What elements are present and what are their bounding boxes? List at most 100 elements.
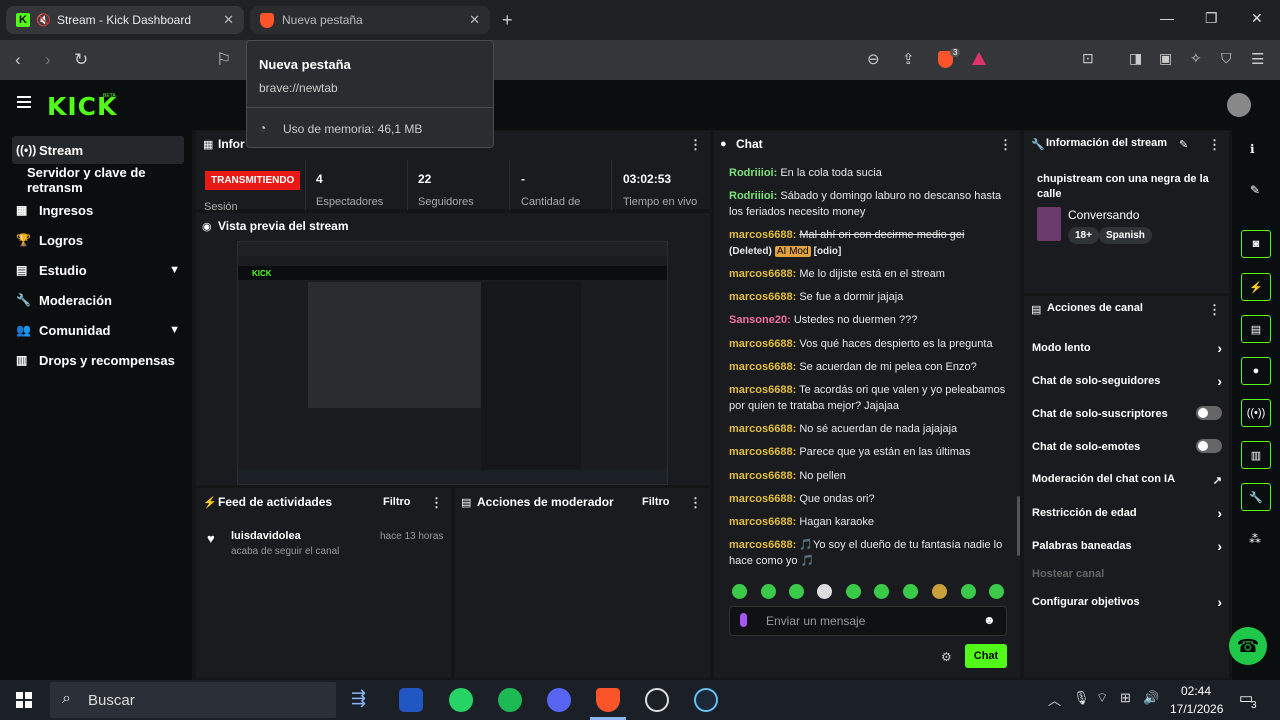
action-slow-mode[interactable]: Modo lento › — [1032, 340, 1222, 356]
volume-icon[interactable]: 🔊 — [1143, 690, 1159, 706]
send-chat-button[interactable]: Chat — [965, 644, 1007, 668]
emote-icon[interactable] — [761, 584, 776, 599]
more-options-icon[interactable]: ⋮ — [689, 137, 702, 153]
rail-broadcast-icon[interactable]: ((•)) — [1241, 399, 1271, 427]
leo-ai-icon[interactable]: ✧ — [1190, 50, 1202, 67]
more-options-icon[interactable]: ⋮ — [1208, 137, 1221, 153]
tray-chevron-icon[interactable]: ︿ — [1048, 690, 1061, 709]
tab-kick-dashboard[interactable]: K 🔇 Stream - Kick Dashboard ✕ — [6, 6, 244, 34]
brave-browser-icon[interactable] — [596, 688, 620, 712]
studio-icon: ▤ — [16, 263, 28, 277]
hamburger-menu-icon[interactable] — [17, 96, 31, 98]
sidebar-item-stream[interactable]: ((•)) Stream — [12, 136, 184, 164]
zoom-icon[interactable]: ⊖ — [867, 50, 880, 68]
rail-wrench-icon[interactable]: 🔧 — [1241, 483, 1271, 511]
microphone-icon[interactable] — [740, 613, 747, 627]
rail-bolt-icon[interactable]: ⚡ — [1241, 273, 1271, 301]
more-options-icon[interactable]: ⋮ — [689, 495, 702, 511]
taskbar-search-input[interactable]: Buscar — [50, 682, 336, 718]
stat-viewers-value: 4 — [316, 172, 323, 186]
taskbar-time[interactable]: 02:44 — [1181, 684, 1211, 698]
emote-icon[interactable] — [961, 584, 976, 599]
edit-pencil-icon[interactable]: ✎ — [1250, 183, 1260, 197]
chevron-right-icon: › — [1217, 538, 1222, 554]
menu-icon[interactable]: ☰ — [1251, 50, 1264, 68]
sidebar-item-ingresos[interactable]: ▦ Ingresos — [12, 196, 184, 224]
sidebar-item-logros[interactable]: 🏆 Logros — [12, 226, 184, 254]
filter-button[interactable]: Filtro — [383, 496, 411, 508]
action-followers-only[interactable]: Chat de solo-seguidores › — [1032, 373, 1222, 389]
action-age-restriction[interactable]: Restricción de edad › — [1032, 505, 1222, 521]
obs-icon[interactable] — [645, 688, 669, 712]
sidebar-item-drops[interactable]: ▥ Drops y recompensas — [12, 346, 184, 374]
more-options-icon[interactable]: ⋮ — [1208, 302, 1221, 318]
restore-icon[interactable]: ❐ — [1205, 10, 1218, 27]
app-icon[interactable] — [399, 688, 423, 712]
network-icon[interactable]: ⊞ — [1120, 690, 1131, 706]
reader-icon[interactable]: ⊡ — [1082, 50, 1094, 67]
emote-icon[interactable] — [932, 584, 947, 599]
hover-card-url: brave://newtab — [259, 81, 338, 95]
wifi-icon[interactable]: ⌔ — [1096, 690, 1108, 706]
share-icon[interactable]: ⇪ — [902, 50, 915, 68]
drops-icon[interactable]: ⁂ — [1249, 532, 1261, 546]
emote-icon[interactable] — [732, 584, 747, 599]
chat-scrollbar[interactable] — [1017, 496, 1020, 556]
rail-layout-icon[interactable]: ▥ — [1241, 441, 1271, 469]
more-options-icon[interactable]: ⋮ — [430, 495, 443, 511]
stream-preview-video[interactable]: KICK — [237, 241, 668, 485]
vpn-icon[interactable]: ⛉ — [1221, 50, 1232, 67]
close-window-icon[interactable]: ✕ — [1251, 10, 1263, 27]
mute-icon[interactable]: 🔇 — [36, 13, 51, 27]
action-ai-moderation[interactable]: Moderación del chat con IA ↗ — [1032, 473, 1222, 487]
close-tab-icon[interactable]: ✕ — [469, 12, 480, 28]
tab-new-tab[interactable]: Nueva pestaña ✕ — [250, 6, 490, 34]
settings-gear-icon[interactable]: ⚙ — [941, 650, 952, 664]
action-banned-words[interactable]: Palabras baneadas › — [1032, 538, 1222, 554]
rail-chat-icon[interactable]: ● — [1241, 357, 1271, 385]
filter-button[interactable]: Filtro — [642, 496, 670, 508]
help-fab-icon[interactable]: ☎ — [1229, 627, 1267, 665]
new-tab-plus-icon[interactable]: + — [502, 10, 513, 31]
minimize-icon[interactable]: — — [1160, 10, 1174, 26]
spotify-icon[interactable] — [498, 688, 522, 712]
brave-rewards-icon[interactable] — [972, 52, 986, 65]
feed-user[interactable]: luisdavidolea — [231, 530, 301, 542]
subscribers-only-toggle[interactable] — [1196, 406, 1222, 420]
forward-icon[interactable]: › — [45, 50, 51, 70]
emote-icon[interactable] — [903, 584, 918, 599]
rail-camera-icon[interactable]: ◙ — [1241, 230, 1271, 258]
emote-icon[interactable] — [874, 584, 889, 599]
wallet-icon[interactable]: ▣ — [1159, 50, 1172, 67]
taskbar-date[interactable]: 17/1/2026 — [1170, 702, 1223, 716]
action-goals[interactable]: Configurar objetivos › — [1032, 594, 1222, 610]
emote-icon[interactable] — [989, 584, 1004, 599]
emote-icon[interactable] — [817, 584, 832, 599]
sidebar-item-server-key[interactable]: Servidor y clave de retransm — [12, 165, 184, 195]
reload-icon[interactable]: ↻ — [74, 50, 88, 70]
more-options-icon[interactable]: ⋮ — [999, 137, 1012, 153]
windows-start-icon[interactable] — [16, 692, 32, 708]
emote-icon[interactable] — [789, 584, 804, 599]
sidebar-item-estudio[interactable]: ▤ Estudio ▼ — [12, 256, 184, 284]
discord-icon[interactable] — [547, 688, 571, 712]
whatsapp-icon[interactable] — [449, 688, 473, 712]
back-icon[interactable]: ‹ — [15, 50, 21, 70]
avatar[interactable] — [1227, 93, 1251, 117]
close-tab-icon[interactable]: ✕ — [223, 12, 234, 28]
info-icon[interactable]: ℹ — [1250, 142, 1255, 156]
category-thumbnail[interactable] — [1037, 207, 1061, 241]
sidebar-item-moderacion[interactable]: 🔧 Moderación — [12, 286, 184, 314]
taskview-app-icon[interactable]: ⇶ — [351, 688, 375, 712]
category-name[interactable]: Conversando — [1068, 208, 1139, 222]
rail-document-icon[interactable]: ▤ — [1241, 315, 1271, 343]
emote-icon[interactable] — [846, 584, 861, 599]
emotes-only-toggle[interactable] — [1196, 439, 1222, 453]
emoji-icon[interactable]: ☻ — [983, 613, 996, 627]
sidebar-item-comunidad[interactable]: 👥 Comunidad ▼ — [12, 316, 184, 344]
steam-icon[interactable] — [694, 688, 718, 712]
microphone-tray-icon[interactable]: 🎙 — [1073, 690, 1090, 706]
edit-pencil-icon[interactable]: ✎ — [1179, 138, 1188, 151]
bookmark-icon[interactable]: ⚐ — [216, 50, 231, 70]
sidebar-toggle-icon[interactable]: ◨ — [1129, 50, 1142, 67]
